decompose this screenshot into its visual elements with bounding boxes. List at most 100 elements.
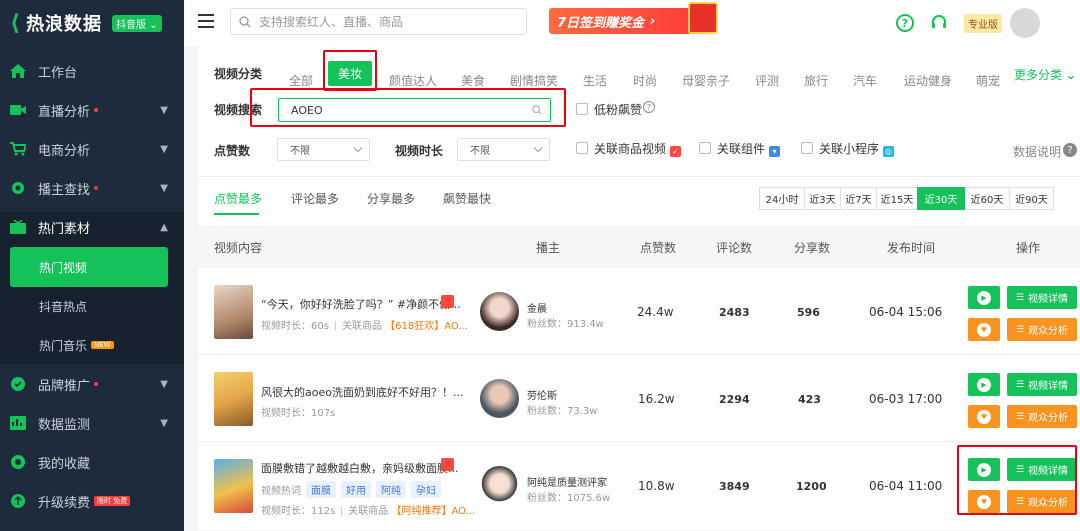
- video-title[interactable]: 面膜敷错了越敷越白敷，亲妈级敷面膜...: [261, 460, 459, 476]
- duration-select[interactable]: 不限: [457, 138, 550, 161]
- publish-time: 06-04 15:06: [869, 305, 943, 319]
- play-button[interactable]: ▶: [968, 373, 1000, 396]
- sidebar-item-host-search[interactable]: 播主查找 ▼: [0, 168, 184, 208]
- sidebar-item-ecommerce[interactable]: 电商分析 ▼: [0, 129, 184, 169]
- video-thumbnail[interactable]: [214, 459, 253, 513]
- sidebar-item-favorites[interactable]: 我的收藏: [0, 442, 184, 482]
- product-link[interactable]: 【阿纯推荐】AO...: [391, 506, 475, 517]
- category-chip[interactable]: 时尚: [633, 72, 657, 89]
- component-checkbox[interactable]: [699, 142, 711, 154]
- host-avatar[interactable]: [480, 379, 519, 418]
- fans-label: 粉丝数：: [527, 406, 567, 417]
- miniapp-label: 关联小程序: [819, 142, 880, 156]
- info-icon[interactable]: ?: [643, 101, 655, 113]
- host-avatar[interactable]: [480, 292, 519, 331]
- time-24h[interactable]: 24小时: [759, 187, 805, 210]
- top-bar: 支持搜索红人、直播、商品 7日签到赚奖金 › ? 专业版: [184, 0, 1080, 46]
- sidebar-item-label: 升级续费: [38, 495, 91, 511]
- host-name[interactable]: 劳伦斯: [527, 387, 557, 402]
- keyword-tag[interactable]: 孕妇: [411, 481, 441, 498]
- sidebar-item-monitor[interactable]: 数据监测 ▼: [0, 403, 184, 443]
- play-button[interactable]: ▶: [968, 286, 1000, 309]
- duration-value: 107s: [311, 408, 336, 419]
- category-chip[interactable]: 旅行: [804, 72, 828, 89]
- promo-banner[interactable]: 7日签到赚奖金 ›: [549, 2, 718, 34]
- keyword-tag[interactable]: 阿纯: [376, 481, 406, 498]
- tab-most-shares[interactable]: 分享最多: [367, 190, 415, 207]
- category-chip[interactable]: 全部: [289, 72, 313, 89]
- sidebar-item-live[interactable]: 直播分析 ▼: [0, 90, 184, 130]
- tab-most-comments[interactable]: 评论最多: [291, 190, 339, 207]
- category-chip[interactable]: 生活: [583, 72, 607, 89]
- fans-label: 粉丝数：: [527, 493, 567, 504]
- platform-switch[interactable]: 抖音版 ⌄: [112, 14, 162, 32]
- logo[interactable]: ⟨ 热浪数据 抖音版 ⌄: [0, 0, 184, 46]
- video-detail-button[interactable]: ☰ 视频详情: [1007, 373, 1077, 396]
- favorite-button[interactable]: ♥: [968, 405, 1000, 428]
- time-30d[interactable]: 近30天: [917, 187, 965, 210]
- host-name[interactable]: 阿纯是质量测评家: [527, 474, 607, 489]
- keyword-tag[interactable]: 面膜: [306, 481, 336, 498]
- sidebar-subitem-hot-music[interactable]: 热门音乐 NEW: [0, 325, 184, 365]
- sidebar-item-upgrade[interactable]: 升级续费 限时 免费: [0, 481, 184, 521]
- category-chip[interactable]: 萌宠: [976, 72, 1000, 89]
- category-chip[interactable]: 剧情搞笑: [510, 72, 558, 89]
- audience-analysis-button[interactable]: ☰ 观众分析: [1007, 405, 1077, 428]
- host-avatar[interactable]: [480, 466, 519, 505]
- sidebar-item-label: 工作台: [38, 65, 78, 81]
- host-name[interactable]: 金晨: [527, 300, 547, 315]
- keyword-tag[interactable]: 好用: [341, 481, 371, 498]
- video-title[interactable]: “今天，你好好洗脸了吗？” #净颜不假...: [261, 296, 461, 312]
- sidebar-subitem-hot-video[interactable]: 热门视频: [10, 247, 168, 287]
- help-circle-icon[interactable]: ?: [1063, 143, 1077, 157]
- sidebar-item-workbench[interactable]: 工作台: [0, 51, 184, 91]
- user-avatar[interactable]: [1010, 8, 1040, 38]
- video-detail-button[interactable]: ☰ 视频详情: [1007, 286, 1077, 309]
- video-thumbnail[interactable]: [214, 285, 253, 339]
- low-fans-checkbox[interactable]: [576, 103, 588, 115]
- category-chip[interactable]: 评测: [755, 72, 779, 89]
- time-3d[interactable]: 近3天: [804, 187, 841, 210]
- time-90d[interactable]: 近90天: [1009, 187, 1054, 210]
- miniapp-checkbox[interactable]: [801, 142, 813, 154]
- sidebar-subitem-label: 热门音乐: [39, 338, 88, 353]
- global-search-input[interactable]: 支持搜索红人、直播、商品: [230, 8, 527, 35]
- audience-analysis-button[interactable]: ☰ 观众分析: [1007, 318, 1077, 341]
- time-60d[interactable]: 近60天: [964, 187, 1010, 210]
- search-icon: [239, 15, 251, 27]
- video-thumbnail[interactable]: [214, 372, 253, 426]
- category-chip[interactable]: 颜值达人: [389, 72, 437, 89]
- headset-icon[interactable]: [930, 14, 948, 32]
- more-categories-button[interactable]: 更多分类 ⌄: [1014, 66, 1076, 83]
- category-label: 视频分类: [214, 67, 263, 81]
- data-help-label[interactable]: 数据说明: [1013, 143, 1061, 160]
- chevron-down-icon: ▼: [160, 182, 168, 194]
- time-15d[interactable]: 近15天: [876, 187, 918, 210]
- sidebar-item-label: 电商分析: [38, 143, 91, 159]
- sidebar-subitem-douyin-trending[interactable]: 抖音热点: [0, 286, 184, 326]
- product-link[interactable]: 【618狂欢】AO...: [385, 321, 468, 332]
- header-comments: 评论数: [716, 241, 753, 255]
- red-dot: [94, 186, 99, 190]
- sidebar-item-hot-material[interactable]: 热门素材 ▲: [0, 207, 184, 247]
- category-chip[interactable]: 汽车: [853, 72, 877, 89]
- category-chip[interactable]: 母婴亲子: [682, 72, 730, 89]
- miniapp-icon: ◎: [883, 146, 895, 157]
- time-7d[interactable]: 近7天: [840, 187, 877, 210]
- tab-fastest-rising[interactable]: 飙赞最快: [443, 190, 491, 207]
- category-chip[interactable]: 美食: [461, 72, 485, 89]
- help-icon[interactable]: ?: [896, 14, 914, 32]
- video-title[interactable]: 风很大的aoeo洗面奶到底好不好用？！...: [261, 384, 463, 400]
- tab-most-likes[interactable]: 点赞最多: [214, 190, 262, 207]
- comments-count: 2294: [719, 393, 750, 406]
- chevron-down-icon: ▼: [160, 378, 168, 390]
- video-meta: 视频时长：60s 关联商品 【618狂欢】AO...: [261, 317, 468, 332]
- menu-icon[interactable]: [198, 14, 214, 28]
- shares-count: 596: [797, 306, 820, 319]
- sidebar-item-brand[interactable]: 品牌推广 ▼: [0, 364, 184, 404]
- likes-select[interactable]: 不限: [277, 138, 370, 161]
- category-chip[interactable]: 运动健身: [904, 72, 952, 89]
- chart-icon: [10, 415, 26, 431]
- favorite-button[interactable]: ♥: [968, 318, 1000, 341]
- product-video-checkbox[interactable]: [576, 142, 588, 154]
